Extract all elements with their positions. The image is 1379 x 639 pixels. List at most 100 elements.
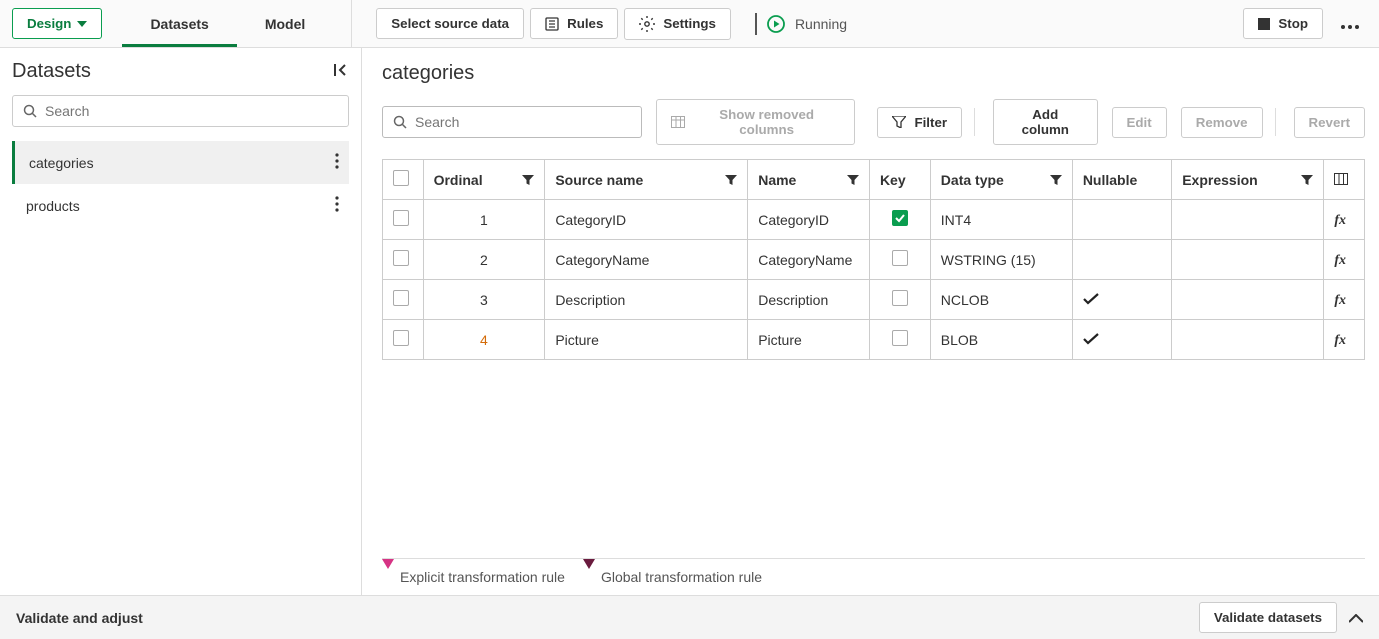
header-label: Data type bbox=[941, 172, 1004, 188]
dataset-item-categories[interactable]: categories bbox=[12, 141, 349, 184]
chevron-up-icon bbox=[1349, 614, 1363, 623]
filter-button[interactable]: Filter bbox=[877, 107, 962, 138]
table-row[interactable]: 2CategoryNameCategoryNameWSTRING (15)fx bbox=[383, 240, 1365, 280]
checkbox-icon bbox=[393, 250, 409, 266]
cell-expression bbox=[1172, 320, 1324, 360]
button-label: Stop bbox=[1278, 16, 1308, 31]
dataset-item-label: products bbox=[26, 198, 80, 214]
cell-expression bbox=[1172, 240, 1324, 280]
more-menu-button[interactable] bbox=[1333, 10, 1367, 38]
cell-name: Description bbox=[748, 280, 870, 320]
columns-search-input[interactable] bbox=[415, 114, 631, 130]
rules-icon bbox=[545, 17, 559, 31]
cell-expression bbox=[1172, 200, 1324, 240]
sidebar-search[interactable] bbox=[12, 95, 349, 127]
fx-icon: fx bbox=[1334, 253, 1346, 268]
cell-ordinal: 4 bbox=[423, 320, 545, 360]
edit-button[interactable]: Edit bbox=[1112, 107, 1167, 138]
cell-fx-button[interactable]: fx bbox=[1324, 200, 1365, 240]
header-label: Key bbox=[880, 172, 906, 188]
row-checkbox-cell[interactable] bbox=[383, 280, 424, 320]
cell-fx-button[interactable]: fx bbox=[1324, 320, 1365, 360]
button-label: Edit bbox=[1127, 115, 1152, 130]
row-checkbox-cell[interactable] bbox=[383, 240, 424, 280]
divider bbox=[755, 13, 757, 35]
fx-icon: fx bbox=[1334, 213, 1346, 228]
select-all-header[interactable] bbox=[383, 160, 424, 200]
tab-datasets[interactable]: Datasets bbox=[122, 2, 236, 46]
checkbox-icon bbox=[393, 290, 409, 306]
header-label: Ordinal bbox=[434, 172, 483, 188]
rules-button[interactable]: Rules bbox=[530, 8, 618, 39]
cell-data-type: NCLOB bbox=[930, 280, 1072, 320]
column-header-expression[interactable]: Expression bbox=[1172, 160, 1324, 200]
revert-button[interactable]: Revert bbox=[1294, 107, 1366, 138]
header-label: Source name bbox=[555, 172, 643, 188]
cell-key[interactable] bbox=[869, 200, 930, 240]
column-header-ordinal[interactable]: Ordinal bbox=[423, 160, 545, 200]
design-label: Design bbox=[27, 16, 71, 31]
column-header-data-type[interactable]: Data type bbox=[930, 160, 1072, 200]
header-label: Name bbox=[758, 172, 796, 188]
add-column-button[interactable]: Add column bbox=[993, 99, 1097, 145]
table-row[interactable]: 1CategoryIDCategoryIDINT4fx bbox=[383, 200, 1365, 240]
settings-button[interactable]: Settings bbox=[624, 8, 731, 40]
cell-name: CategoryID bbox=[748, 200, 870, 240]
filter-icon bbox=[1301, 175, 1313, 185]
row-checkbox-cell[interactable] bbox=[383, 320, 424, 360]
tab-model[interactable]: Model bbox=[237, 2, 333, 46]
triangle-dark-icon bbox=[583, 569, 595, 585]
table-row[interactable]: 3DescriptionDescriptionNCLOBfx bbox=[383, 280, 1365, 320]
main-toolbar: Show removed columns Filter Add column E… bbox=[382, 99, 1365, 145]
collapse-sidebar-button[interactable] bbox=[333, 62, 349, 81]
checkbox-icon bbox=[892, 250, 908, 266]
columns-layout-icon bbox=[1334, 173, 1348, 185]
sidebar: Datasets categories bbox=[0, 48, 362, 595]
more-horizontal-icon bbox=[1341, 25, 1359, 29]
legend: Explicit transformation rule Global tran… bbox=[382, 558, 1365, 595]
show-removed-columns-button[interactable]: Show removed columns bbox=[656, 99, 856, 145]
column-header-layout[interactable] bbox=[1324, 160, 1365, 200]
legend-explicit: Explicit transformation rule bbox=[382, 569, 565, 585]
cell-key[interactable] bbox=[869, 280, 930, 320]
row-checkbox-cell[interactable] bbox=[383, 200, 424, 240]
column-header-nullable[interactable]: Nullable bbox=[1072, 160, 1171, 200]
filter-icon bbox=[522, 175, 534, 185]
cell-name: CategoryName bbox=[748, 240, 870, 280]
design-dropdown[interactable]: Design bbox=[12, 8, 102, 39]
footer-title: Validate and adjust bbox=[16, 610, 143, 626]
dataset-item-menu[interactable] bbox=[335, 153, 339, 172]
validate-datasets-button[interactable]: Validate datasets bbox=[1199, 602, 1337, 633]
button-label: Validate datasets bbox=[1214, 610, 1322, 625]
footer-expand-button[interactable] bbox=[1349, 610, 1363, 626]
cell-nullable bbox=[1072, 200, 1171, 240]
cell-source-name: Picture bbox=[545, 320, 748, 360]
cell-source-name: CategoryID bbox=[545, 200, 748, 240]
column-header-source-name[interactable]: Source name bbox=[545, 160, 748, 200]
triangle-pink-icon bbox=[382, 569, 394, 585]
remove-button[interactable]: Remove bbox=[1181, 107, 1263, 138]
cell-data-type: INT4 bbox=[930, 200, 1072, 240]
button-label: Select source data bbox=[391, 16, 509, 31]
cell-fx-button[interactable]: fx bbox=[1324, 240, 1365, 280]
button-label: Rules bbox=[567, 16, 603, 31]
sidebar-search-input[interactable] bbox=[45, 103, 338, 119]
dataset-item-menu[interactable] bbox=[335, 196, 339, 215]
column-header-key[interactable]: Key bbox=[869, 160, 930, 200]
fx-icon: fx bbox=[1334, 293, 1346, 308]
cell-fx-button[interactable]: fx bbox=[1324, 280, 1365, 320]
dataset-item-products[interactable]: products bbox=[12, 184, 349, 227]
column-header-name[interactable]: Name bbox=[748, 160, 870, 200]
checkbox-icon bbox=[393, 170, 409, 186]
stop-button[interactable]: Stop bbox=[1243, 8, 1323, 39]
sidebar-title: Datasets bbox=[12, 60, 91, 83]
table-row[interactable]: 4PicturePictureBLOBfx bbox=[383, 320, 1365, 360]
checkbox-icon bbox=[892, 290, 908, 306]
filter-icon bbox=[725, 175, 737, 185]
select-source-data-button[interactable]: Select source data bbox=[376, 8, 524, 39]
main-panel: categories Show removed columns Filter bbox=[362, 48, 1379, 595]
columns-search[interactable] bbox=[382, 106, 642, 138]
cell-key[interactable] bbox=[869, 240, 930, 280]
cell-key[interactable] bbox=[869, 320, 930, 360]
check-icon bbox=[1083, 293, 1099, 305]
